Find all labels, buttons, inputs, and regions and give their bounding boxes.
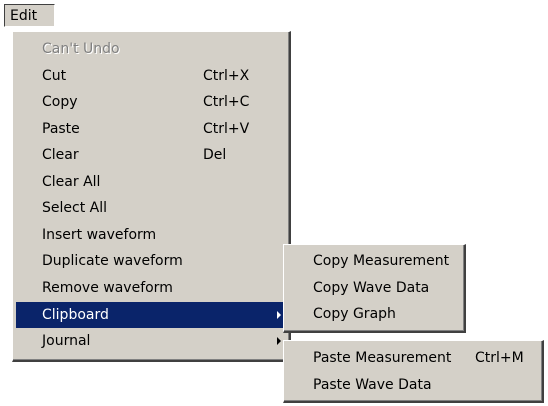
- menu-item-copy-graph[interactable]: Copy Graph: [287, 301, 462, 327]
- edit-menu-title[interactable]: Edit: [4, 4, 55, 27]
- menu-item-label: Clipboard: [42, 307, 109, 323]
- menu-item-shortcut: Ctrl+C: [203, 94, 250, 110]
- menu-item-label: Copy: [42, 94, 78, 110]
- menu-item-clear-all[interactable]: Clear All: [16, 169, 287, 195]
- menu-item-label: Clear: [42, 147, 79, 163]
- menu-item-label: Select All: [42, 200, 107, 216]
- submenu-arrow-icon: [277, 337, 281, 345]
- menu-item-remove-waveform[interactable]: Remove waveform: [16, 275, 287, 301]
- journal-submenu: Paste Measurement Ctrl+M Paste Wave Data: [283, 340, 544, 403]
- menu-item-paste[interactable]: Paste Ctrl+V: [16, 116, 287, 142]
- edit-menu: Can't Undo Cut Ctrl+X Copy Ctrl+C Paste …: [12, 31, 291, 362]
- edit-menu-title-label: Edit: [10, 7, 38, 24]
- menu-item-paste-wave-data[interactable]: Paste Wave Data: [287, 372, 540, 398]
- menu-item-shortcut: Ctrl+V: [203, 121, 250, 137]
- menu-item-label: Insert waveform: [42, 227, 157, 243]
- menu-item-clipboard[interactable]: Clipboard: [16, 302, 287, 328]
- menu-item-copy[interactable]: Copy Ctrl+C: [16, 89, 287, 115]
- menu-item-journal[interactable]: Journal: [16, 328, 287, 354]
- menu-item-label: Paste Wave Data: [313, 377, 432, 393]
- menu-item-label: Copy Wave Data: [313, 280, 430, 296]
- menu-item-insert-waveform[interactable]: Insert waveform: [16, 222, 287, 248]
- submenu-arrow-icon: [277, 311, 281, 319]
- menu-item-copy-measurement[interactable]: Copy Measurement: [287, 248, 462, 274]
- clipboard-submenu: Copy Measurement Copy Wave Data Copy Gra…: [283, 244, 466, 333]
- menu-item-select-all[interactable]: Select All: [16, 195, 287, 221]
- menu-item-label: Copy Graph: [313, 306, 396, 322]
- menu-item-label: Paste: [42, 121, 80, 137]
- screen: Edit Can't Undo Cut Ctrl+X Copy Ctrl+C P…: [0, 0, 548, 406]
- menu-item-label: Can't Undo: [42, 41, 120, 57]
- menu-item-cut[interactable]: Cut Ctrl+X: [16, 63, 287, 89]
- menu-item-label: Remove waveform: [42, 280, 173, 296]
- menu-item-shortcut: Ctrl+X: [203, 68, 250, 84]
- menu-item-label: Cut: [42, 68, 67, 84]
- menu-item-copy-wave-data[interactable]: Copy Wave Data: [287, 275, 462, 301]
- menu-item-label: Copy Measurement: [313, 253, 450, 269]
- menu-item-shortcut: Ctrl+M: [475, 350, 524, 366]
- menu-item-duplicate-waveform[interactable]: Duplicate waveform: [16, 248, 287, 274]
- menu-item-label: Journal: [42, 333, 91, 349]
- menu-item-clear[interactable]: Clear Del: [16, 142, 287, 168]
- menu-item-paste-measurement[interactable]: Paste Measurement Ctrl+M: [287, 345, 540, 371]
- menu-item-shortcut: Del: [203, 147, 227, 163]
- menu-item-label: Paste Measurement: [313, 350, 452, 366]
- menu-item-label: Clear All: [42, 174, 101, 190]
- menu-item-label: Duplicate waveform: [42, 253, 183, 269]
- menu-item-cant-undo: Can't Undo: [16, 36, 287, 62]
